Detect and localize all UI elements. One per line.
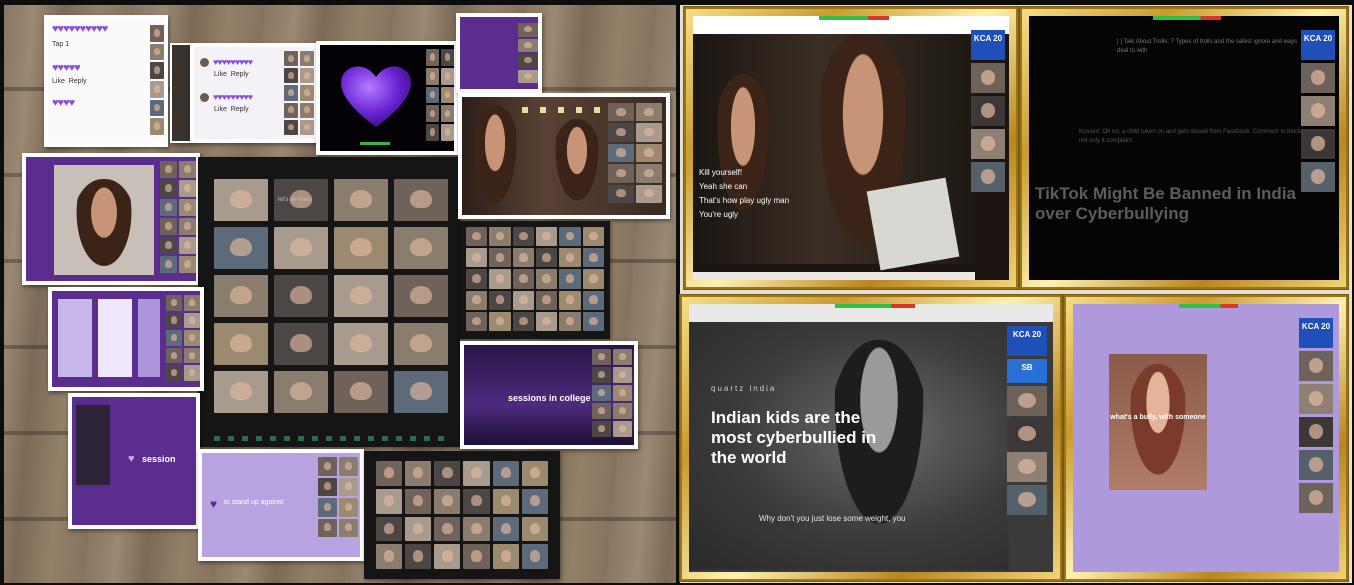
chat-overlay: Kill yourself! Yeah she can That's how p… bbox=[699, 166, 789, 222]
collage-panel: ♥♥♥♥♥♥♥♥♥♥ Tap 1 ♥♥♥♥♥ Like Reply ♥♥♥♥ ♥… bbox=[4, 5, 676, 583]
frame-tiktok-news: [ ] Talk About Trolls: 7 Types of trolls… bbox=[1020, 7, 1348, 289]
hearts-reaction-card: ♥♥♥♥♥♥♥♥♥♥ Tap 1 ♥♥♥♥♥ Like Reply ♥♥♥♥ bbox=[44, 15, 168, 147]
participants-grid-card-2 bbox=[460, 221, 610, 339]
stand-up-slide-card: ♥ to stand up against bbox=[198, 449, 364, 561]
progress-bar bbox=[1153, 16, 1222, 20]
progress-bar bbox=[834, 304, 915, 308]
participants-grid-card: let's be there bbox=[198, 157, 460, 447]
phones-slide-card bbox=[48, 287, 204, 391]
publisher-brand: quartz india bbox=[711, 384, 777, 393]
chat-message: Yeah she can bbox=[699, 182, 748, 191]
participant-initials: SB bbox=[1007, 359, 1047, 383]
avatar bbox=[200, 57, 209, 67]
sessions-slide-card: sessions in college bbox=[460, 341, 638, 449]
reaction-label: Tap 1 bbox=[52, 41, 70, 48]
framed-slides-panel: Kill yourself! Yeah she can That's how p… bbox=[680, 5, 1352, 583]
participant-strip: KCA 20 bbox=[1299, 318, 1333, 513]
kca-badge: KCA 20 bbox=[1299, 318, 1333, 348]
scene-video-card bbox=[458, 93, 670, 219]
sessions-title: sessions in college bbox=[508, 393, 591, 403]
participant-strip: KCA 20 SB bbox=[1007, 326, 1047, 515]
session-slide-card: ♥ session bbox=[68, 393, 200, 529]
kca-badge: KCA 20 bbox=[1301, 30, 1335, 60]
chat-message: You're ugly bbox=[699, 210, 739, 219]
avatar bbox=[200, 92, 209, 102]
profile-hearts-card: ♥♥♥♥♥♥♥♥♥ Like Reply ♥♥♥♥♥♥♥♥♥ Like Repl… bbox=[190, 43, 318, 143]
video-subtitle: Why don't you just lose some weight, you bbox=[759, 514, 906, 523]
progress-bar bbox=[1179, 304, 1238, 308]
frame-movie-scene: Kill yourself! Yeah she can That's how p… bbox=[684, 7, 1018, 289]
tile-caption: let's be there bbox=[278, 197, 313, 203]
clip-caption: what's a bully, with someone bbox=[1110, 414, 1206, 421]
frame-bully-clip: what's a bully, with someone KCA 20 bbox=[1064, 295, 1348, 581]
purple-heart-icon bbox=[341, 66, 411, 127]
heart-icon: ♥♥♥♥♥♥♥♥♥♥ bbox=[52, 23, 108, 35]
purple-heart-icon: ♥ bbox=[128, 453, 135, 465]
article-header: [ ] Talk About Trolls: 7 Types of trolls… bbox=[1117, 39, 1298, 54]
heart-icon: ♥♥♥♥♥ bbox=[52, 62, 81, 74]
reaction-label: Like Reply bbox=[52, 78, 87, 85]
video-call-card bbox=[22, 153, 200, 285]
big-heart-card bbox=[316, 41, 458, 155]
participants-grid-card-3 bbox=[364, 451, 560, 579]
stand-up-label: to stand up against bbox=[224, 499, 284, 506]
kca-badge: KCA 20 bbox=[1007, 326, 1047, 356]
frame-quartz-article: quartz india Indian kids are the most cy… bbox=[680, 295, 1062, 581]
session-label: session bbox=[142, 454, 176, 464]
heart-icon: ♥♥♥♥♥♥♥♥♥ bbox=[213, 57, 253, 67]
side-strip-card bbox=[170, 43, 192, 143]
article-headline: Indian kids are the most cyberbullied in… bbox=[711, 408, 877, 467]
heart-icon: ♥♥♥♥ bbox=[52, 97, 75, 109]
article-body: Kosovo: Oh no, a child taken on and gets… bbox=[1079, 129, 1302, 144]
participant-strip: KCA 20 bbox=[971, 30, 1005, 192]
progress-bar bbox=[819, 16, 889, 20]
heart-icon: ♥♥♥♥♥♥♥♥♥ bbox=[213, 92, 253, 102]
chat-message: That's how play ugly man bbox=[699, 196, 790, 205]
participant-strip: KCA 20 bbox=[1301, 30, 1335, 192]
kca-badge: KCA 20 bbox=[971, 30, 1005, 60]
purple-heart-icon: ♥ bbox=[210, 497, 218, 511]
chat-message: Kill yourself! bbox=[699, 168, 743, 177]
news-headline: TikTok Might Be Banned in India over Cyb… bbox=[1035, 184, 1296, 223]
violet-info-card bbox=[456, 13, 542, 93]
